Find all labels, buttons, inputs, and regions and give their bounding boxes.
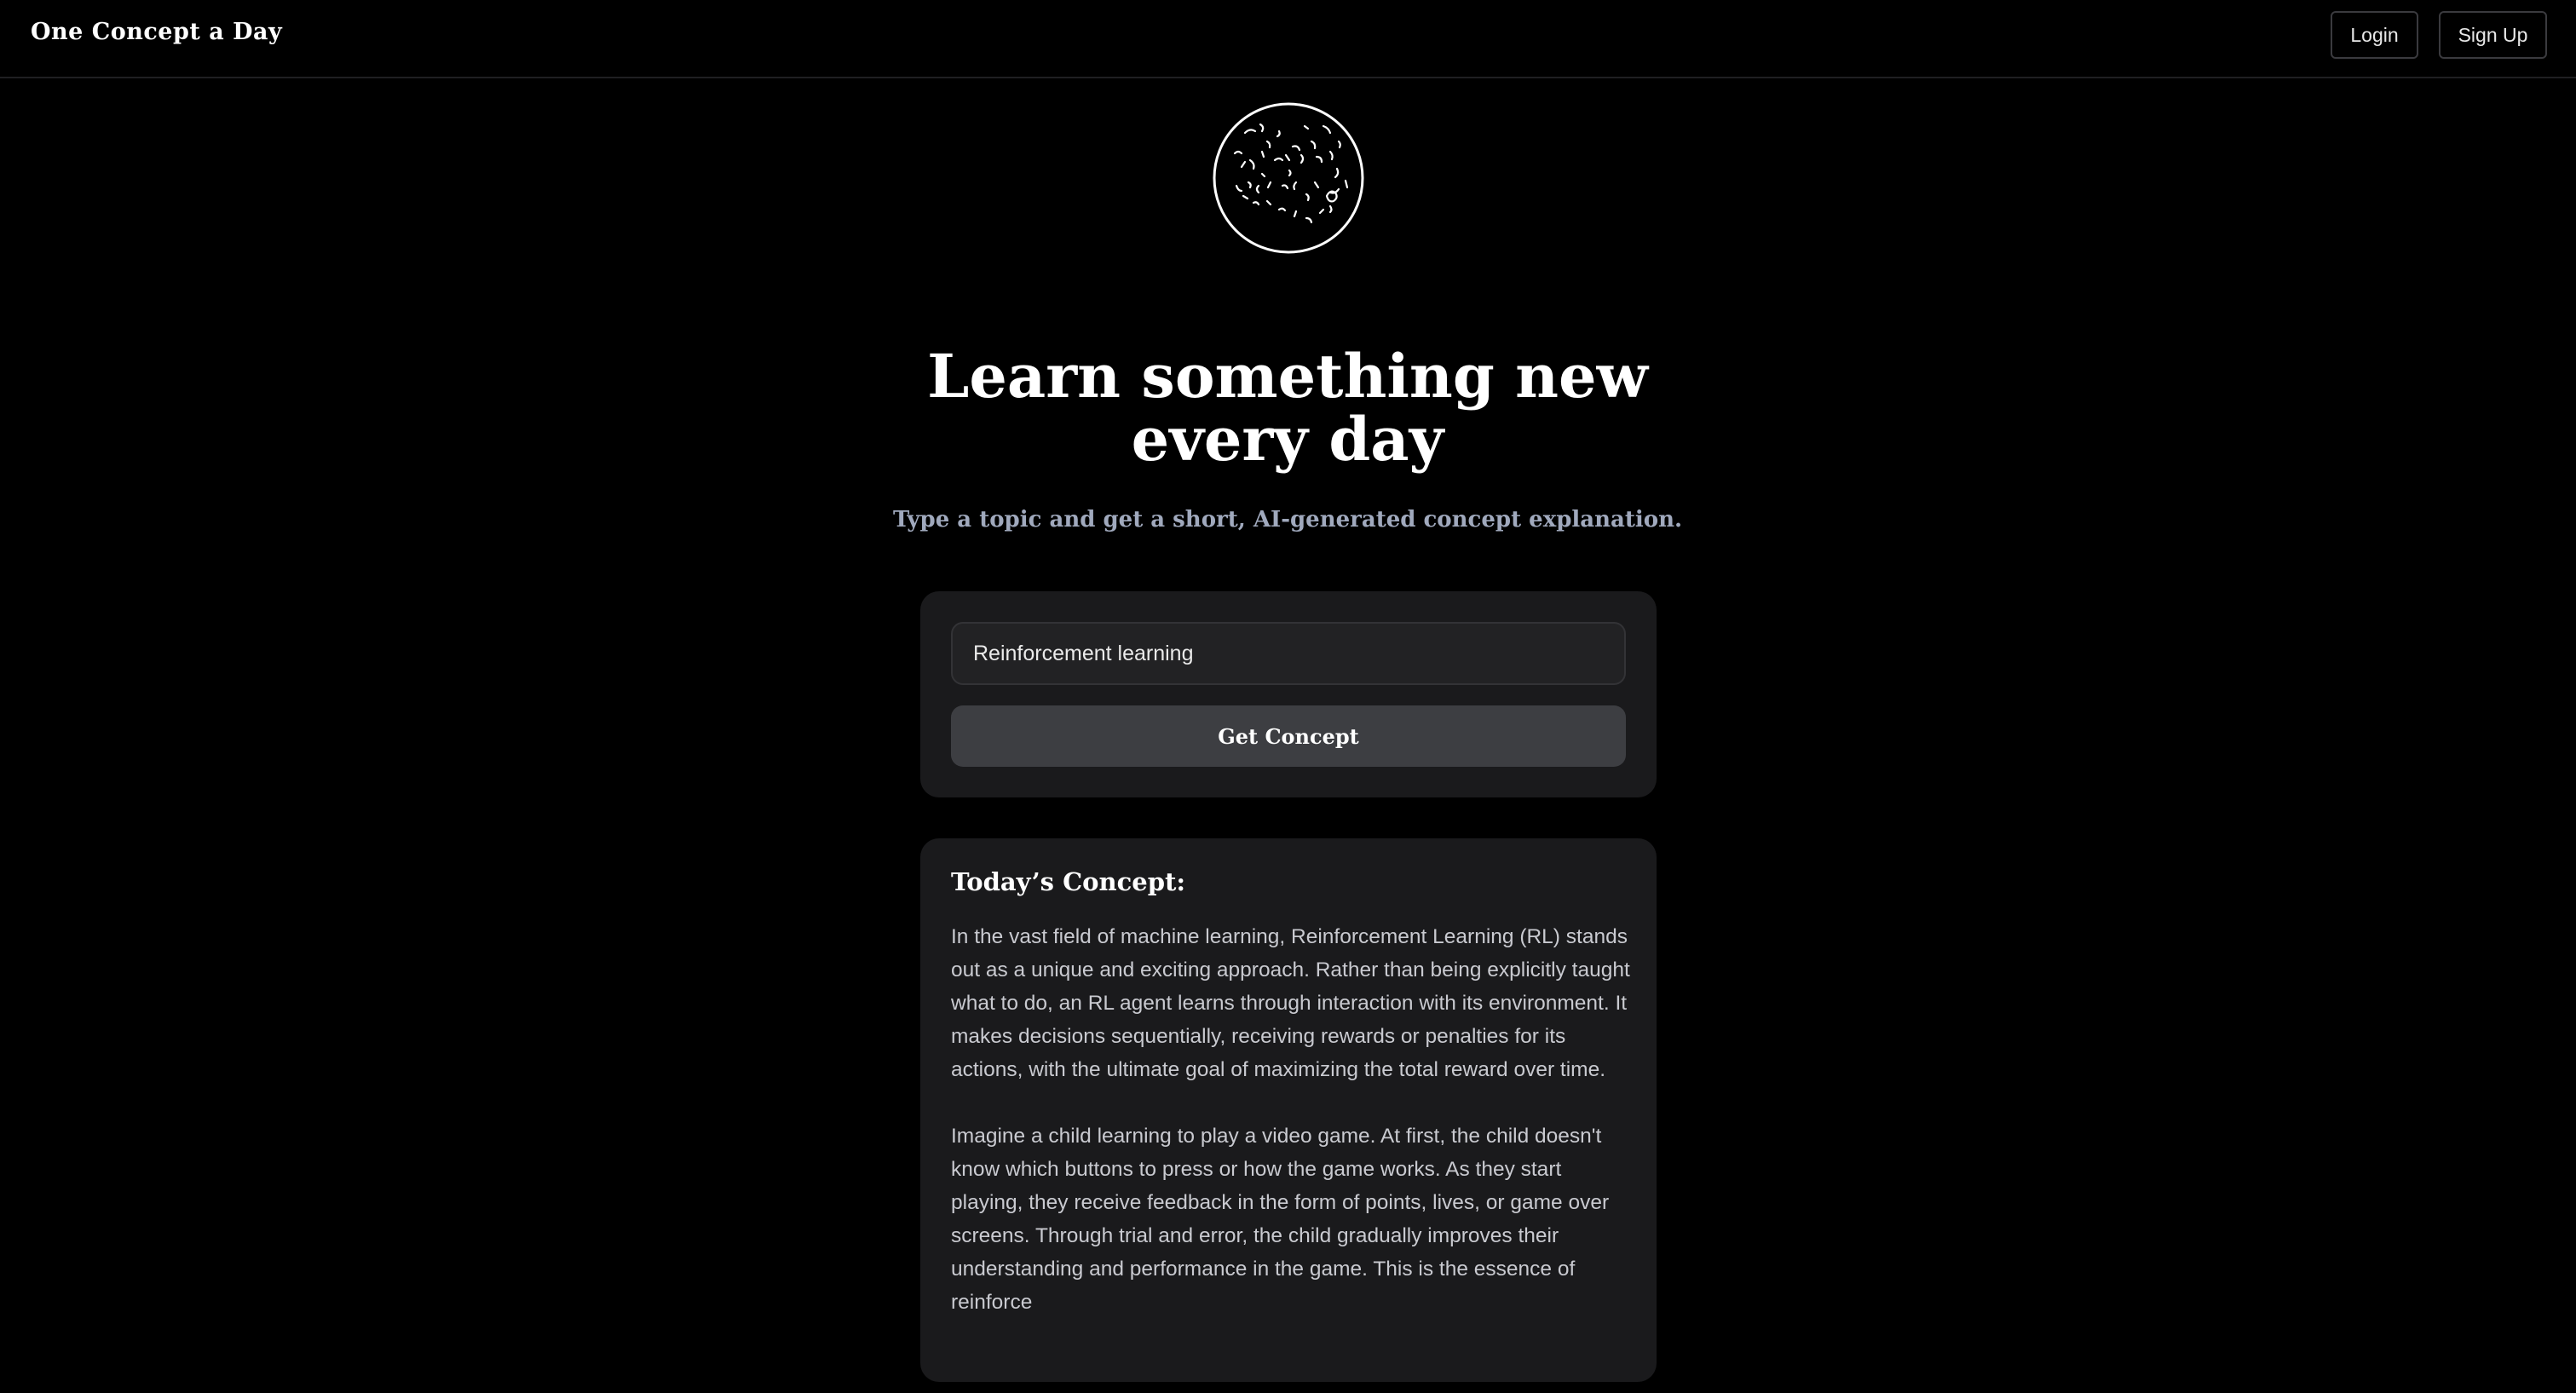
topic-input[interactable] <box>951 622 1626 685</box>
headline-line-2: every day <box>1131 404 1444 475</box>
concept-card: Today’s Concept: In the vast field of ma… <box>920 838 1657 1382</box>
page-subheadline: Type a topic and get a short, AI-generat… <box>892 507 1683 532</box>
concept-body: In the vast field of machine learning, R… <box>951 920 1633 1352</box>
signup-button[interactable]: Sign Up <box>2439 11 2547 59</box>
brand-title[interactable]: One Concept a Day <box>31 19 282 45</box>
moon-icon <box>1213 102 1364 254</box>
top-navbar: One Concept a Day Login Sign Up <box>0 0 2576 78</box>
page-headline: Learn something new every day <box>862 345 1714 471</box>
concept-title: Today’s Concept: <box>951 867 1186 896</box>
get-concept-button[interactable]: Get Concept <box>951 705 1626 767</box>
headline-line-1: Learn something new <box>927 341 1648 412</box>
login-button[interactable]: Login <box>2331 11 2418 59</box>
concept-paragraph: In the vast field of machine learning, R… <box>951 925 1630 1081</box>
topic-form-card: Get Concept <box>920 591 1657 797</box>
concept-paragraph: Imagine a child learning to play a video… <box>951 1125 1610 1314</box>
